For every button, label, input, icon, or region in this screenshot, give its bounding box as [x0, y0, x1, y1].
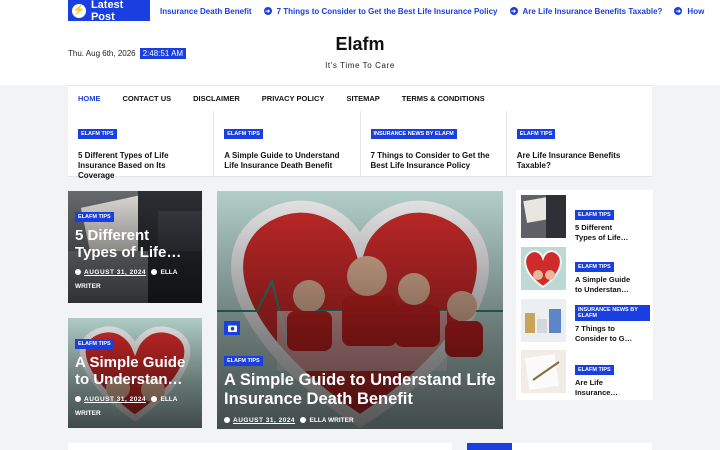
content-section-edge	[68, 443, 452, 450]
ticker-link[interactable]: ➜ How	[674, 7, 704, 16]
site-header: Thu. Aug 6th, 2026 2:48:51 AM Elafm It's…	[0, 22, 720, 85]
category-badge[interactable]: ELAFM TIPS	[224, 129, 263, 139]
ticker-link[interactable]: ➜Insurance Death Benefit	[160, 7, 252, 16]
nav-contact-us[interactable]: CONTACT US	[112, 86, 183, 112]
latest-post-ticker: ⚡ Latest Post ➜Insurance Death Benefit ➜…	[0, 0, 720, 22]
sidebar-post-title[interactable]: 7 Things to Consider to G…	[575, 324, 650, 344]
ticker-items: ➜Insurance Death Benefit ➜7 Things to Co…	[160, 0, 716, 22]
featured-post-title[interactable]: 7 Things to Consider to Get the Best Lif…	[371, 151, 496, 171]
category-badge[interactable]: INSURANCE NEWS BY ELAFM	[370, 129, 457, 139]
category-badge[interactable]: ELAFM TIPS	[575, 210, 614, 220]
sidebar-section-edge	[512, 443, 652, 450]
post-date-link[interactable]: AUGUST 31, 2024	[233, 417, 295, 424]
sidebar-post-title[interactable]: 5 Different Types of Life…	[575, 223, 650, 243]
sidebar-post[interactable]: ELAFM TIPS A Simple Guide to Understan…	[521, 247, 651, 295]
post-author-link[interactable]: ELLA WRITER	[309, 417, 353, 424]
sidebar-post-title[interactable]: A Simple Guide to Understan…	[575, 275, 650, 295]
main-post-card[interactable]: ELAFM TIPS A Simple Guide to Understand …	[217, 191, 503, 429]
nav-privacy-policy[interactable]: PRIVACY POLICY	[251, 86, 336, 112]
category-badge[interactable]: ELAFM TIPS	[224, 356, 263, 366]
nav-home[interactable]: HOME	[68, 86, 112, 112]
arrow-circle-icon: ➜	[674, 7, 683, 15]
post-meta: AUGUST 31, 2024 ELLA WRITER	[75, 393, 196, 421]
post-date-link[interactable]: AUGUST 31, 2024	[84, 396, 146, 403]
category-badge[interactable]: ELAFM TIPS	[75, 212, 114, 222]
post-meta: AUGUST 31, 2024 ELLA WRITER	[224, 414, 497, 428]
site-title[interactable]: Elafm	[0, 34, 720, 55]
clock-icon	[75, 269, 81, 275]
clock-icon	[224, 417, 230, 423]
post-card[interactable]: ELAFM TIPS 5 Different Types of Life… AU…	[68, 191, 202, 303]
clock-icon	[75, 396, 81, 402]
category-badge[interactable]: ELAFM TIPS	[516, 129, 556, 139]
sidebar-post[interactable]: ELAFM TIPS 5 Different Types of Life…	[521, 195, 651, 243]
user-icon	[300, 417, 307, 423]
featured-post: INSURANCE NEWS BY ELAFM 7 Things to Cons…	[361, 111, 507, 176]
post-thumbnail	[521, 195, 566, 238]
user-icon	[151, 396, 158, 402]
post-thumbnail	[521, 299, 566, 342]
nav-disclaimer[interactable]: DISCLAIMER	[182, 86, 251, 112]
category-badge[interactable]: ELAFM TIPS	[575, 262, 614, 272]
main-nav: HOME CONTACT US DISCLAIMER PRIVACY POLIC…	[68, 85, 652, 111]
post-card[interactable]: ELAFM TIPS A Simple Guide to Understan… …	[68, 318, 202, 428]
featured-post: ELAFM TIPS Are Life Insurance Benefits T…	[507, 111, 652, 176]
sidebar-post-title[interactable]: Are Life Insurance…	[575, 378, 650, 398]
sidebar-post-list: ELAFM TIPS 5 Different Types of Life… EL…	[516, 190, 653, 400]
featured-post: ELAFM TIPS A Simple Guide to Understand …	[214, 111, 361, 176]
category-badge[interactable]: ELAFM TIPS	[575, 365, 614, 375]
post-thumbnail	[521, 247, 566, 290]
featured-posts-row: ELAFM TIPS 5 Different Types of Life Ins…	[68, 111, 652, 180]
featured-post: ELAFM TIPS 5 Different Types of Life Ins…	[68, 111, 215, 180]
post-title[interactable]: A Simple Guide to Understand Life Insura…	[224, 371, 497, 409]
post-title[interactable]: A Simple Guide to Understan…	[75, 354, 196, 388]
post-meta: AUGUST 31, 2024 ELLA WRITER	[75, 266, 196, 294]
post-title[interactable]: 5 Different Types of Life…	[75, 227, 196, 261]
camera-icon	[224, 321, 240, 335]
category-badge[interactable]: ELAFM TIPS	[75, 339, 114, 349]
sidebar-post[interactable]: INSURANCE NEWS BY ELAFM 7 Things to Cons…	[521, 299, 651, 345]
ticker-link[interactable]: ➜ 7 Things to Consider to Get the Best Li…	[263, 7, 498, 16]
post-date-link[interactable]: AUGUST 31, 2024	[84, 269, 146, 276]
nav-sitemap[interactable]: SITEMAP	[335, 86, 390, 112]
latest-post-label: ⚡ Latest Post	[68, 0, 150, 22]
bolt-icon: ⚡	[72, 3, 86, 18]
arrow-circle-icon: ➜	[263, 7, 272, 15]
featured-post-title[interactable]: A Simple Guide to Understand Life Insura…	[224, 151, 349, 171]
ticker-link[interactable]: ➜ Are Life Insurance Benefits Taxable?	[509, 7, 662, 16]
nav-terms-conditions[interactable]: TERMS & CONDITIONS	[391, 86, 496, 112]
post-thumbnail	[521, 350, 566, 393]
category-badge[interactable]: INSURANCE NEWS BY ELAFM	[575, 305, 650, 321]
user-icon	[151, 269, 158, 275]
featured-post-title[interactable]: 5 Different Types of Life Insurance Base…	[78, 151, 203, 181]
featured-post-title[interactable]: Are Life Insurance Benefits Taxable?	[517, 151, 642, 171]
arrow-circle-icon: ➜	[509, 7, 518, 15]
site-tagline: It's Time To Care	[325, 61, 395, 70]
section-accent-bar	[467, 443, 512, 450]
sidebar-post[interactable]: ELAFM TIPS Are Life Insurance…	[521, 350, 651, 398]
category-badge[interactable]: ELAFM TIPS	[78, 129, 117, 139]
